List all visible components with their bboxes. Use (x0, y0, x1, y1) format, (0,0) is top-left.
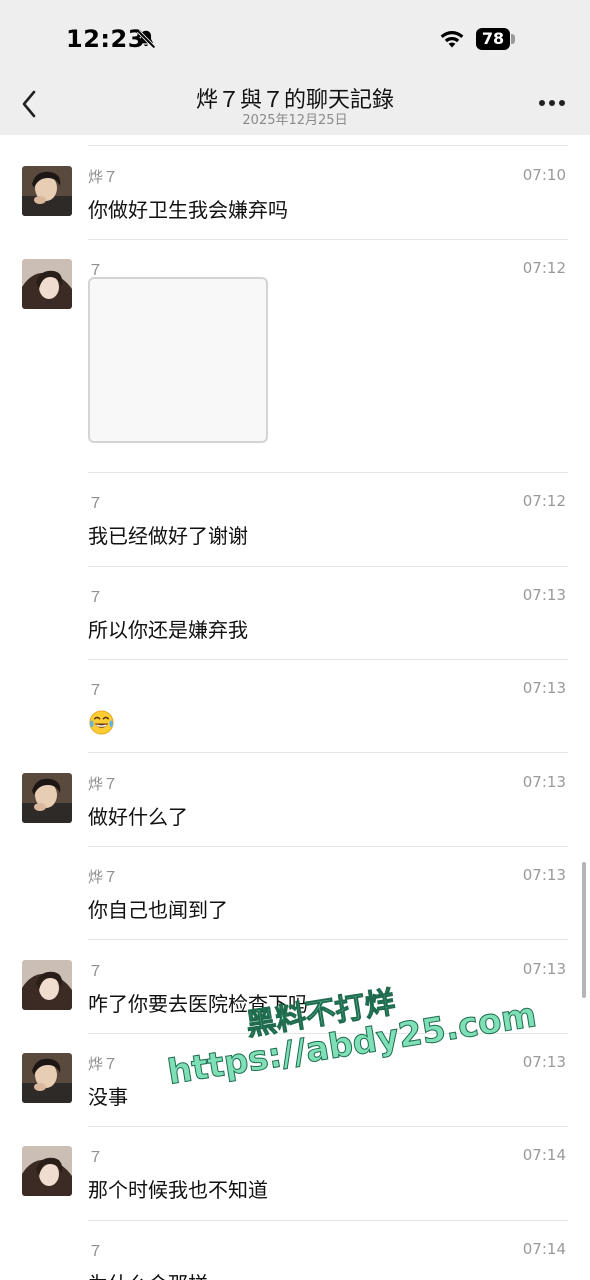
divider (88, 239, 568, 240)
message-time: 07:13 (522, 1053, 566, 1071)
divider (88, 659, 568, 660)
message-text[interactable]: 那个时候我也不知道 (88, 1174, 268, 1203)
sender-name: ７ (88, 1148, 104, 1166)
avatar-female[interactable] (22, 960, 72, 1010)
wifi-icon (440, 31, 464, 48)
avatar-male[interactable] (22, 773, 72, 823)
message-time: 07:13 (522, 866, 566, 884)
avatar-male[interactable] (22, 1053, 72, 1103)
message-time: 07:12 (522, 492, 566, 510)
bell-muted-icon (136, 29, 156, 49)
divider (88, 1033, 568, 1034)
sender-name: ７ (88, 962, 104, 980)
battery-cap (511, 34, 515, 44)
status-time: 12:23 (66, 25, 145, 53)
divider (88, 939, 568, 940)
message-time: 07:13 (522, 773, 566, 791)
divider (88, 472, 568, 473)
divider (88, 1126, 568, 1127)
message-text[interactable]: 你自己也闻到了 (88, 894, 228, 923)
message-text[interactable]: 所以你还是嫌弃我 (88, 614, 248, 643)
sender-name: ７ (88, 494, 104, 512)
message-text[interactable]: 咋了你要去医院检查下吗 (88, 988, 308, 1017)
message-text[interactable]: 做好什么了 (88, 801, 188, 830)
sender-name: 烨７ (88, 1055, 119, 1073)
sender-name: 烨７ (88, 168, 119, 186)
message-time: 07:10 (522, 166, 566, 184)
sender-name: ７ (88, 681, 104, 699)
message-text[interactable]: 为什么会那样 (88, 1268, 208, 1280)
sender-name: ７ (88, 588, 104, 606)
tears-of-joy-emoji-icon[interactable] (88, 709, 115, 736)
chat-date: 2025年12月25日 (242, 113, 348, 128)
divider (88, 846, 568, 847)
sender-name: 烨７ (88, 868, 119, 886)
sender-name: 烨７ (88, 775, 119, 793)
divider (88, 1220, 568, 1221)
image-message[interactable] (88, 277, 268, 443)
message-time: 07:13 (522, 960, 566, 978)
back-chevron-icon[interactable] (14, 86, 46, 122)
message-text[interactable]: 你做好卫生我会嫌弃吗 (88, 194, 288, 223)
message-time: 07:14 (522, 1240, 566, 1258)
message-text[interactable]: 没事 (88, 1081, 128, 1110)
message-text[interactable]: 我已经做好了谢谢 (88, 520, 248, 549)
battery-indicator: 78 (476, 28, 510, 50)
message-time: 07:12 (522, 259, 566, 277)
avatar-female[interactable] (22, 259, 72, 309)
more-options-icon[interactable] (534, 90, 570, 116)
avatar-female[interactable] (22, 1146, 72, 1196)
header-bar: 12:23 78 烨７與７的聊天記錄 2025年12月25日 (0, 0, 590, 135)
message-time: 07:13 (522, 679, 566, 697)
message-time: 07:14 (522, 1146, 566, 1164)
avatar-male[interactable] (22, 166, 72, 216)
divider (88, 566, 568, 567)
chat-history-list[interactable]: 烨７ 07:10 你做好卫生我会嫌弃吗 ７ 07:12 ７ 07:12 我已经做… (0, 135, 590, 1280)
scrollbar[interactable] (582, 862, 586, 998)
message-time: 07:13 (522, 586, 566, 604)
divider (88, 145, 568, 146)
divider (88, 752, 568, 753)
sender-name: ７ (88, 1242, 104, 1260)
